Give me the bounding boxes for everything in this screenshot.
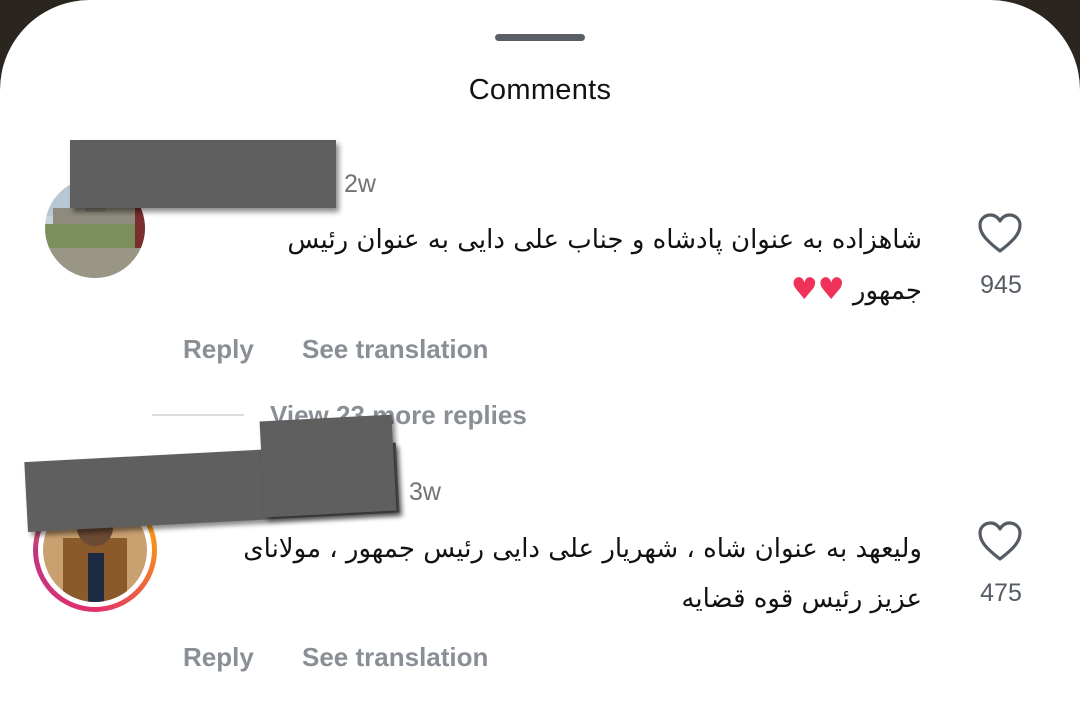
username-redaction bbox=[259, 414, 397, 518]
comment-text-line: ولیعهد به عنوان شاه ، شهریار علی دایی رئ… bbox=[243, 534, 922, 564]
replies-divider bbox=[152, 414, 244, 416]
see-translation-button[interactable]: See translation bbox=[302, 642, 488, 673]
reply-button[interactable]: Reply bbox=[183, 642, 254, 673]
like-count: 475 bbox=[980, 579, 1022, 607]
comment-text-line: جمهور ♥♥ bbox=[180, 265, 922, 316]
drag-handle[interactable] bbox=[495, 34, 585, 41]
heart-outline-icon[interactable] bbox=[977, 212, 1023, 254]
comment-text-line: شاهزاده به عنوان پادشاه و جناب علی دایی … bbox=[287, 225, 922, 255]
reply-button[interactable]: Reply bbox=[183, 334, 254, 365]
heart-emoji: ♥♥ bbox=[790, 272, 849, 307]
comment-text: شاهزاده به عنوان پادشاه و جناب علی دایی … bbox=[180, 215, 922, 316]
comment-timestamp: 2w bbox=[344, 170, 376, 198]
see-translation-button[interactable]: See translation bbox=[302, 334, 488, 365]
sheet-title: Comments bbox=[468, 74, 612, 106]
comment-timestamp: 3w bbox=[409, 478, 441, 506]
comment-text: ولیعهد به عنوان شاه ، شهریار علی دایی رئ… bbox=[180, 524, 922, 624]
heart-outline-icon[interactable] bbox=[977, 520, 1023, 562]
username-redaction bbox=[70, 140, 336, 208]
comment-text-fragment: جمهور bbox=[852, 276, 922, 306]
comment-text-line: عزیز رئیس قوه قضایه bbox=[681, 584, 922, 614]
like-count: 945 bbox=[980, 271, 1022, 299]
comments-sheet: Comments 2w شاهزاده به عنوان پادشاه و جن… bbox=[0, 0, 1080, 707]
